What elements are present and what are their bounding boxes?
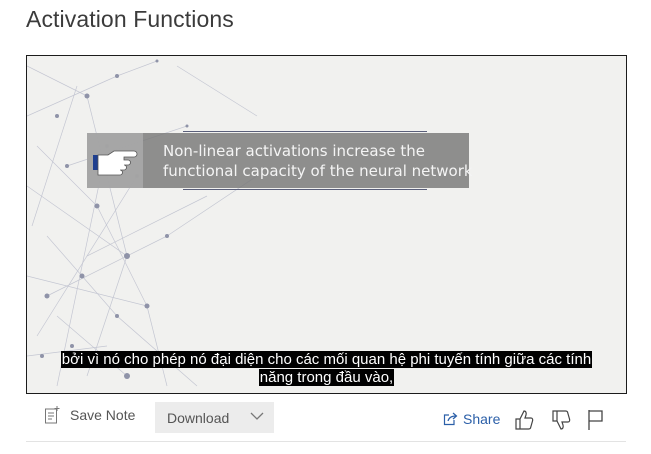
callout-box: Non-linear activations increase the func… [87, 131, 473, 190]
chevron-down-icon [250, 412, 264, 420]
thumbs-up-icon[interactable] [514, 409, 534, 431]
save-note-label: Save Note [70, 407, 136, 423]
video-player[interactable]: Non-linear activations increase the func… [26, 55, 627, 394]
download-dropdown[interactable]: Download [155, 402, 274, 433]
callout-line-1: Non-linear activations increase the [163, 142, 425, 160]
subtitle-line-1: bởi vì nó cho phép nó đại diện cho các m… [60, 351, 593, 368]
save-note-button[interactable]: Save Note [44, 406, 135, 424]
network-background [27, 59, 258, 387]
share-icon [443, 412, 458, 426]
callout-text: Non-linear activations increase the func… [163, 141, 473, 181]
subtitles: bởi vì nó cho phép nó đại diện cho các m… [27, 351, 626, 387]
video-toolbar: Save Note Download Share [26, 400, 626, 434]
pointing-hand-icon [93, 150, 138, 176]
divider [26, 441, 626, 442]
callout-icon-box [87, 133, 143, 188]
page-title: Activation Functions [26, 6, 234, 32]
callout-bottom-line [183, 189, 427, 190]
callout-top-line [183, 131, 427, 132]
download-label: Download [167, 409, 230, 426]
share-button[interactable]: Share [443, 411, 500, 427]
callout-line-2: functional capacity of the neural networ… [163, 162, 473, 180]
subtitle-line-2: năng trong đầu vào, [258, 369, 395, 386]
share-label: Share [463, 411, 501, 427]
note-icon [45, 406, 60, 424]
flag-icon[interactable] [587, 409, 605, 431]
thumbs-down-icon[interactable] [551, 409, 571, 431]
